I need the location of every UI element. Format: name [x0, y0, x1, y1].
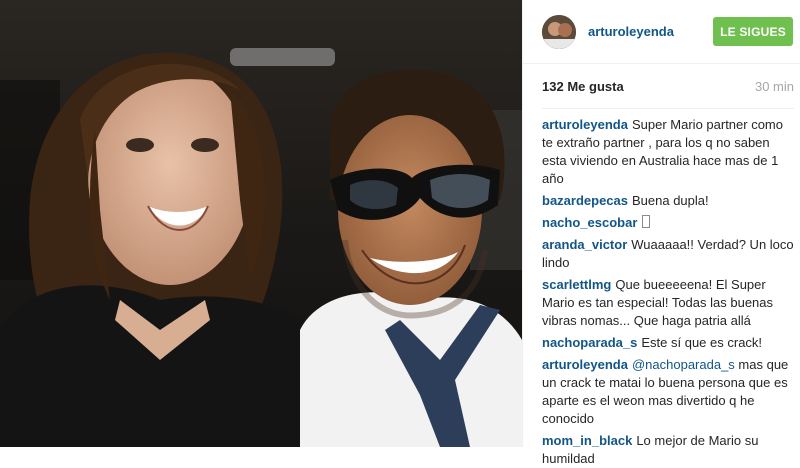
post-header: arturoleyenda LE SIGUES: [523, 0, 800, 64]
post-time: 30 min: [754, 78, 794, 94]
comment: arturoleyenda Super Mario partner como te…: [542, 116, 794, 188]
likes-count[interactable]: 132 Me gusta: [542, 79, 624, 94]
instagram-post: arturoleyenda LE SIGUES 132 Me gusta 30 …: [0, 0, 800, 466]
comment-user[interactable]: nacho_escobar: [542, 215, 637, 230]
comment: nachoparada_s Este sí que es crack!: [542, 334, 794, 352]
comment-user[interactable]: scarlettlmg: [542, 277, 611, 292]
comment-user[interactable]: arturoleyenda: [542, 117, 628, 132]
comment: mom_in_black Lo mejor de Mario su humilda…: [542, 432, 794, 468]
comment: nacho_escobar: [542, 214, 794, 232]
post-sidebar: arturoleyenda LE SIGUES 132 Me gusta 30 …: [522, 0, 800, 466]
comments-list: arturoleyenda Super Mario partner como te…: [523, 109, 800, 468]
comment-user[interactable]: mom_in_black: [542, 433, 632, 448]
avatar-image: [542, 14, 576, 49]
photo-image: [0, 0, 522, 447]
post-username[interactable]: arturoleyenda: [588, 24, 713, 39]
comment-user[interactable]: arturoleyenda: [542, 357, 628, 372]
likes-suffix: Me gusta: [567, 78, 624, 94]
comment-text: Buena dupla!: [632, 193, 709, 208]
comment-user[interactable]: aranda_victor: [542, 237, 627, 252]
emoji-box-icon: [642, 215, 651, 228]
comment-mention[interactable]: @nachoparada_s: [632, 357, 735, 372]
user-avatar[interactable]: [542, 14, 576, 49]
follow-button[interactable]: LE SIGUES: [713, 17, 793, 46]
likes-number: 132: [542, 78, 564, 94]
comment-text: Este sí que es crack!: [641, 335, 763, 350]
post-meta: 132 Me gusta 30 min: [542, 64, 794, 109]
comment: bazardepecas Buena dupla!: [542, 192, 794, 210]
comment-user[interactable]: bazardepecas: [542, 193, 628, 208]
comment: arturoleyenda @nachoparada_s mas que un c…: [542, 356, 794, 428]
post-photo[interactable]: [0, 0, 522, 447]
comment: aranda_victor Wuaaaaa!! Verdad? Un loco l…: [542, 236, 794, 272]
comment-user[interactable]: nachoparada_s: [542, 335, 637, 350]
comment: scarlettlmg Que bueeeeena! El Super Mario…: [542, 276, 794, 330]
